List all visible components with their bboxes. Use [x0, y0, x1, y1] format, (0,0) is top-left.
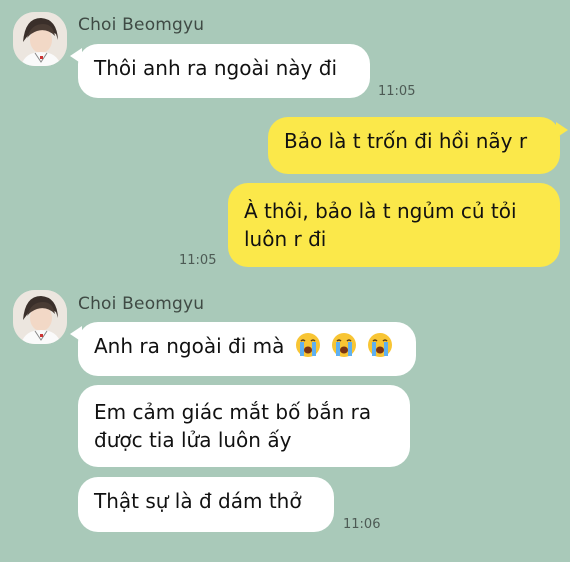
incoming-message[interactable]: Anh ra ngoài đi mà — [78, 322, 416, 376]
message-time: 11:05 — [179, 253, 217, 268]
message-text: Em cảm giác mắt bố bắn ra được tia lửa l… — [94, 400, 372, 452]
outgoing-message[interactable]: À thôi, bảo là t ngủm củ tỏi luôn r đi — [228, 183, 560, 267]
outgoing-message[interactable]: Bảo là t trốn đi hồi nãy r — [268, 117, 560, 174]
incoming-message[interactable]: Em cảm giác mắt bố bắn ra được tia lửa l… — [78, 385, 410, 467]
message-time: 11:05 — [378, 84, 416, 99]
message-text: Thật sự là đ dám thở — [94, 489, 302, 513]
sender-name: Choi Beomgyu — [78, 294, 205, 314]
message-text: Thôi anh ra ngoài này đi — [94, 56, 337, 80]
chat-area[interactable]: Choi Beomgyu Thôi anh ra ngoài này đi 11… — [0, 0, 570, 562]
outgoing-bubble-tail — [556, 122, 568, 138]
sender-avatar[interactable] — [13, 290, 67, 344]
incoming-message[interactable]: Thật sự là đ dám thở — [78, 477, 334, 532]
loudly-crying-face-icon — [368, 333, 393, 357]
loudly-crying-face-icon — [332, 333, 357, 357]
sender-avatar[interactable] — [13, 12, 67, 66]
message-text: Anh ra ngoài đi mà — [94, 334, 285, 358]
loudly-crying-face-icon — [295, 333, 320, 357]
sender-name: Choi Beomgyu — [78, 15, 205, 35]
message-text: À thôi, bảo là t ngủm củ tỏi luôn r đi — [244, 199, 517, 251]
message-time: 11:06 — [343, 517, 381, 532]
message-text: Bảo là t trốn đi hồi nãy r — [284, 129, 528, 153]
incoming-message[interactable]: Thôi anh ra ngoài này đi — [78, 44, 370, 98]
